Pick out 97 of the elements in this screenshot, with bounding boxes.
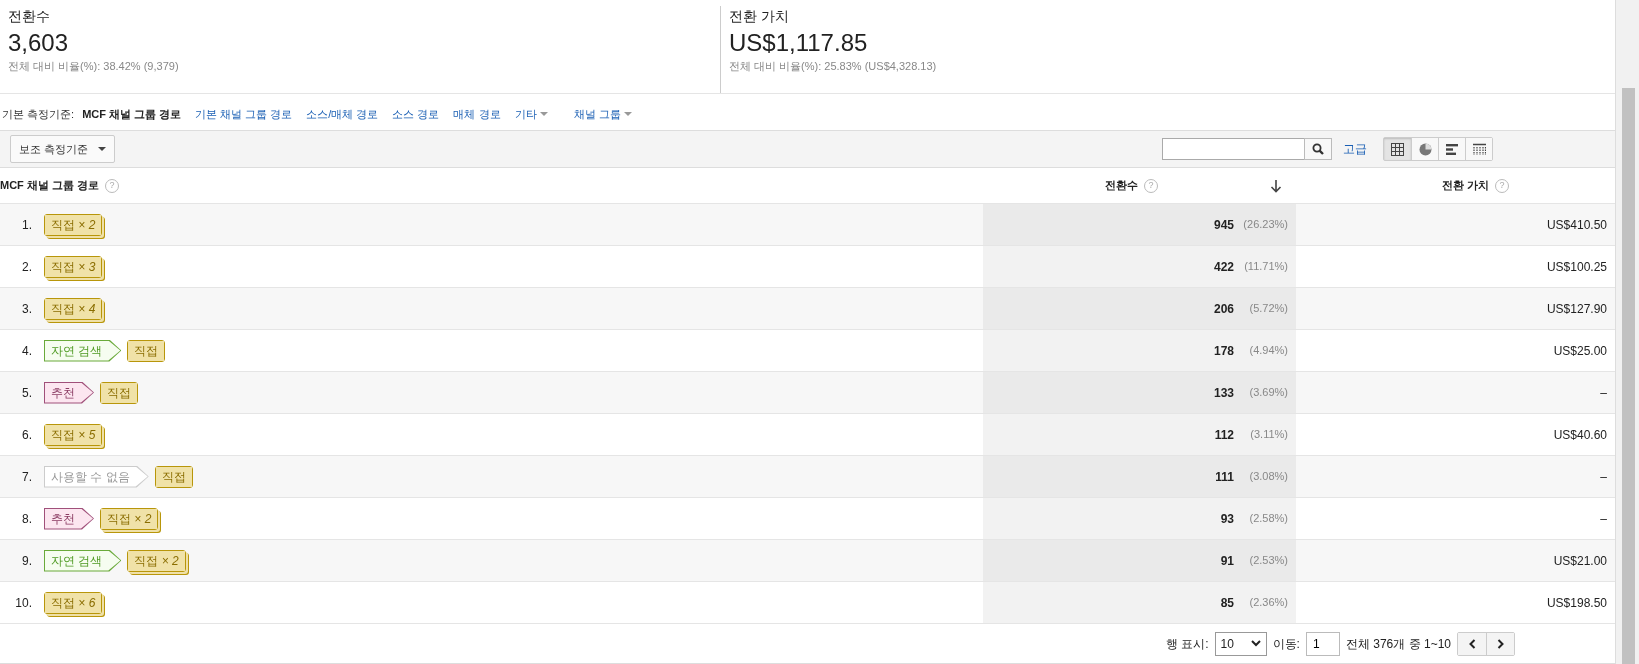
view-toggle[interactable] [1384, 138, 1411, 160]
conversion-count: 206 [1213, 300, 1234, 318]
page-field[interactable]: 1 [1305, 631, 1340, 656]
conversion-share: (5.72%) [1248, 301, 1288, 317]
search-field[interactable] [1162, 138, 1304, 160]
dropdown-tab[interactable]: 채널 그룹 [573, 105, 632, 122]
conversion-count: 945 [1213, 216, 1234, 234]
conversion-share: (3.11%) [1249, 427, 1288, 443]
conversion-value: US$40.60 [1553, 426, 1607, 444]
conversion-count: 112 [1214, 426, 1234, 444]
row-number: 6. [21, 426, 32, 444]
dimension-label: 기본 측정기준: [2, 106, 75, 122]
sort-arrow-icon [1270, 178, 1282, 193]
conversion-share: (4.94%) [1248, 343, 1288, 359]
conversion-share: (3.69%) [1248, 385, 1288, 401]
pivot-icon [1472, 142, 1486, 156]
conversion-share: (2.58%) [1248, 511, 1288, 527]
conversion-value: – [1600, 384, 1607, 402]
row-number: 10. [14, 594, 32, 612]
advanced-link[interactable]: 고급 [1343, 140, 1367, 158]
metric-value: 3,603 [8, 28, 70, 58]
rows-select[interactable]: 10 [1214, 631, 1267, 656]
conversion-value: US$25.00 [1553, 342, 1607, 360]
page-range: 전체 376개 중 1~10 [1345, 635, 1451, 653]
metric-note: 전체 대비 비율(%): 25.83% (US$4,328.13) [729, 59, 938, 75]
channel-tag: 직접 [127, 339, 166, 362]
rows-label: 행 표시: [1165, 635, 1209, 653]
conversion-share: (2.36%) [1248, 595, 1288, 611]
dimension-tab[interactable]: MCF 채널 그룹 경로 [82, 105, 182, 122]
row-number: 8. [21, 510, 32, 528]
conversion-count: 93 [1220, 510, 1234, 528]
secondary-dimension-dropdown[interactable]: 보조 측정기준 [10, 134, 116, 164]
conversion-value: – [1600, 468, 1607, 486]
metric-note: 전체 대비 비율(%): 38.42% (9,379) [8, 59, 180, 75]
row-number: 9. [21, 552, 32, 570]
view-toggle[interactable] [1465, 138, 1492, 160]
search-button[interactable] [1304, 138, 1332, 160]
channel-tag: 자연 검색 [44, 339, 122, 362]
conversion-share: (26.23%) [1242, 217, 1288, 233]
conversion-share: (3.08%) [1248, 469, 1288, 485]
dimension-tab[interactable]: 소스 경로 [392, 105, 440, 122]
channel-tag: 추천 [44, 507, 94, 530]
row-number: 5. [21, 384, 32, 402]
conversion-value: US$21.00 [1553, 552, 1607, 570]
conversion-count: 85 [1220, 594, 1234, 612]
channel-tag: 직접 × 5 [44, 423, 103, 446]
channel-tag: 직접 × 2 [127, 549, 186, 572]
dimension-tab[interactable]: 소스/매체 경로 [306, 105, 379, 122]
conversion-share: (2.53%) [1248, 553, 1288, 569]
conversion-value: US$410.50 [1546, 216, 1607, 234]
pie-chart-icon [1418, 142, 1432, 156]
metric-value: US$1,117.85 [729, 28, 869, 58]
view-toggle[interactable] [1411, 138, 1438, 160]
view-toggle[interactable] [1438, 138, 1465, 160]
bar-chart-icon [1445, 142, 1459, 156]
conversion-count: 111 [1215, 468, 1234, 486]
channel-tag: 직접 × 6 [44, 591, 103, 614]
channel-tag: 직접 × 3 [44, 255, 103, 278]
dropdown-tab[interactable]: 기타 [514, 105, 548, 122]
chevron-right-icon [1497, 638, 1504, 649]
dimension-tab[interactable]: 매체 경로 [453, 105, 501, 122]
channel-tag: 직접 [154, 465, 193, 488]
conversion-value: – [1600, 510, 1607, 528]
table-icon [1391, 142, 1404, 156]
scrollbar[interactable] [1615, 0, 1639, 664]
channel-tag: 직접 × 2 [44, 213, 103, 236]
channel-tag: 직접 × 4 [44, 297, 103, 320]
conversion-value: US$127.90 [1546, 300, 1607, 318]
conversion-count: 91 [1220, 552, 1234, 570]
conversion-value: US$100.25 [1546, 258, 1607, 276]
chevron-left-icon [1468, 638, 1476, 649]
conversion-count: 422 [1213, 258, 1234, 276]
column-header[interactable]: MCF 채널 그룹 경로 [0, 177, 99, 194]
row-number: 1. [21, 216, 32, 234]
conversion-count: 178 [1213, 342, 1234, 360]
conversion-count: 133 [1213, 384, 1234, 402]
column-header[interactable]: 전환 가치 [1441, 177, 1490, 194]
column-header[interactable]: 전환수 [1105, 177, 1138, 194]
search-icon [1312, 143, 1324, 155]
conversion-value: US$198.50 [1546, 594, 1607, 612]
conversion-share: (11.71%) [1243, 259, 1288, 275]
goto-label: 이동: [1272, 635, 1300, 653]
next-page-button[interactable] [1486, 632, 1514, 655]
row-number: 7. [21, 468, 32, 486]
channel-tag: 자연 검색 [44, 549, 122, 572]
row-number: 2. [21, 258, 32, 276]
chevron-down-icon [1250, 640, 1261, 647]
channel-tag: 추천 [44, 381, 94, 404]
previous-page-button[interactable] [1458, 632, 1486, 655]
channel-tag: 사용할 수 없음 [44, 465, 149, 488]
row-number: 4. [21, 342, 32, 360]
metric-title: 전환 가치 [729, 7, 790, 26]
row-number: 3. [21, 300, 32, 318]
channel-tag: 직접 × 2 [100, 507, 159, 530]
dimension-tab[interactable]: 기본 채널 그룹 경로 [195, 105, 293, 122]
channel-tag: 직접 [100, 381, 138, 404]
metric-title: 전환수 [8, 7, 51, 26]
